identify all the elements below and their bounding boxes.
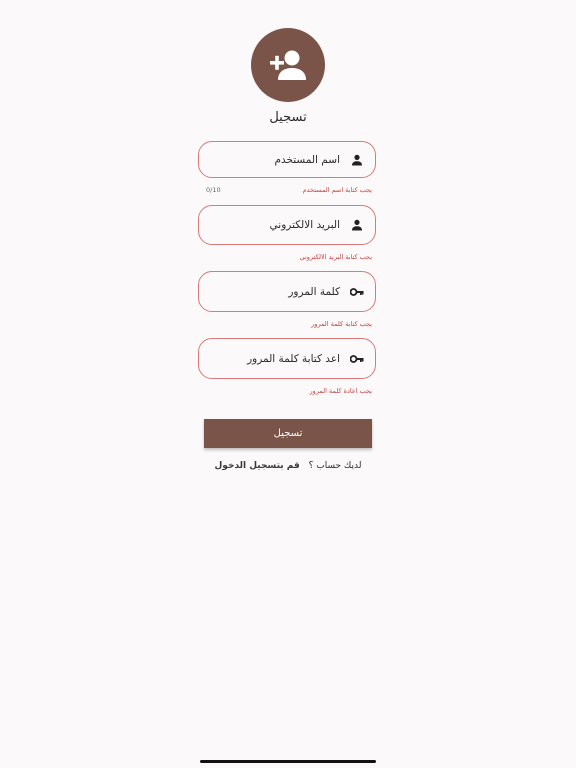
person-icon: [350, 153, 364, 167]
password-input[interactable]: كلمة المرور: [288, 286, 340, 298]
avatar: [251, 28, 325, 102]
password-error: يجب كتابة كلمة المرور: [311, 320, 372, 328]
key-icon: [350, 352, 364, 366]
key-icon: [350, 285, 364, 299]
email-error: يجب كتابة البريد الالكتروني: [299, 253, 372, 261]
email-field[interactable]: البريد الالكتروني: [198, 205, 376, 245]
password-field[interactable]: كلمة المرور: [198, 271, 376, 312]
confirm-password-error: يجب اعادة كلمة المرور: [309, 387, 372, 395]
login-prompt: لديك حساب ؟: [308, 461, 362, 471]
register-screen: تسجيل اسم المستخدم يجب كتابة اسم المستخد…: [0, 0, 576, 768]
username-field[interactable]: اسم المستخدم: [198, 141, 376, 178]
person-icon: [350, 218, 364, 232]
email-input[interactable]: البريد الالكتروني: [270, 219, 340, 231]
username-counter: 0/10: [206, 186, 221, 194]
login-row: لديك حساب ؟ قم بتسجيل الدخول: [0, 461, 576, 471]
page-title: تسجيل: [269, 110, 307, 125]
register-button[interactable]: تسجيل: [204, 419, 372, 448]
person-add-icon: [268, 48, 308, 82]
confirm-password-field[interactable]: اعد كتابة كلمة المرور: [198, 338, 376, 379]
username-error: يجب كتابة اسم المستخدم: [302, 186, 372, 194]
confirm-password-input[interactable]: اعد كتابة كلمة المرور: [247, 353, 340, 365]
login-link[interactable]: قم بتسجيل الدخول: [215, 461, 300, 471]
username-input[interactable]: اسم المستخدم: [274, 154, 340, 166]
home-indicator[interactable]: [200, 760, 376, 763]
